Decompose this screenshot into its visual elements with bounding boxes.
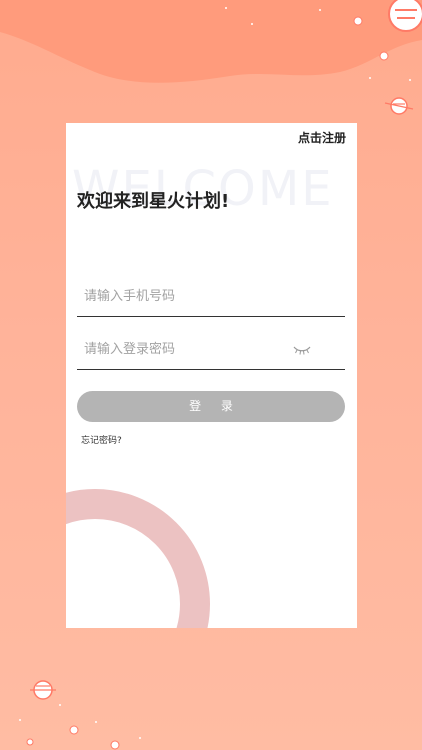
phone-input[interactable] <box>77 276 314 316</box>
password-field <box>77 329 345 370</box>
planet-bottom-left-icon <box>30 680 56 700</box>
phone-field <box>77 276 345 317</box>
password-input[interactable] <box>77 329 314 369</box>
forgot-password-link[interactable]: 忘记密码? <box>81 433 122 446</box>
login-button[interactable]: 登 录 <box>77 391 345 422</box>
eye-closed-icon[interactable] <box>293 344 311 356</box>
decorative-ring <box>66 489 210 628</box>
page-title: 欢迎来到星火计划! <box>77 191 230 212</box>
login-card: 点击注册 WELCOME 欢迎来到星火计划! 登 录 忘记密码? <box>66 123 357 628</box>
register-link[interactable]: 点击注册 <box>298 129 346 146</box>
